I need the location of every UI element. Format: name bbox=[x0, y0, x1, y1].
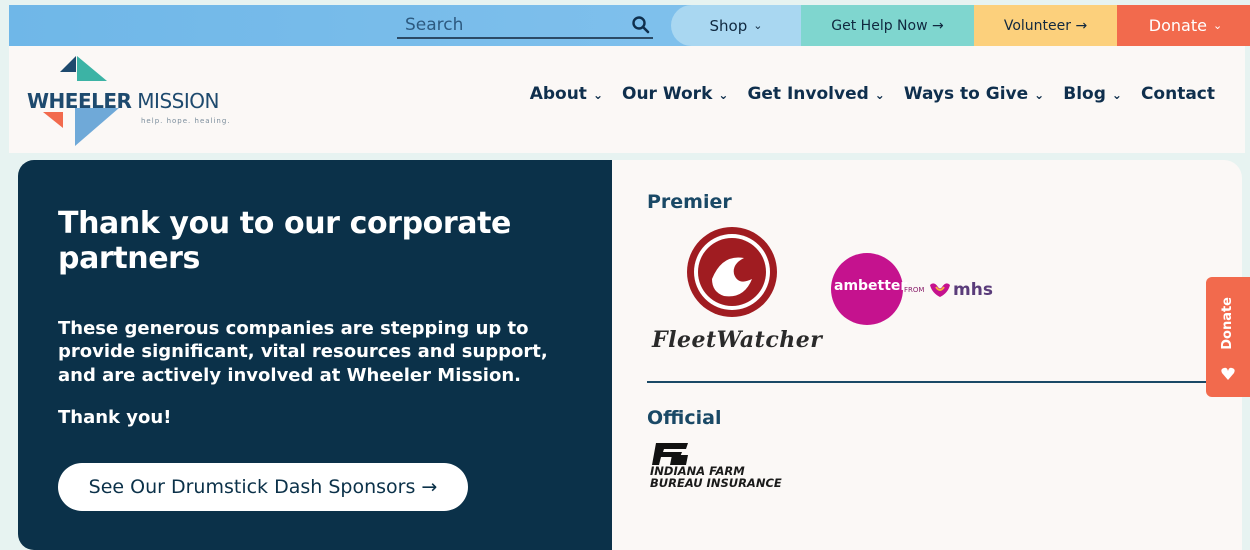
utility-bar: Shop ⌄ Get Help Now → Volunteer → Donate… bbox=[9, 5, 1250, 46]
nav-get-involved[interactable]: Get Involved ⌄ bbox=[747, 84, 884, 104]
donate-label: Donate bbox=[1148, 16, 1207, 35]
shop-label: Shop bbox=[709, 16, 748, 35]
search-icon[interactable] bbox=[631, 15, 651, 35]
logo-wordmark: WHEELER MISSION bbox=[27, 89, 219, 113]
search-box bbox=[397, 13, 653, 39]
fleetwatcher-logo[interactable]: FleetWatcher bbox=[648, 224, 822, 354]
logo-tagline: help. hope. healing. bbox=[141, 117, 231, 125]
chevron-down-icon: ⌄ bbox=[1034, 88, 1045, 102]
shop-menu-button[interactable]: Shop ⌄ bbox=[671, 5, 801, 46]
ambetter-mhs-logo[interactable]: ambetter. FROM mhs bbox=[831, 253, 1011, 325]
mhs-wordmark: mhs bbox=[953, 280, 993, 300]
indiana-farm-bureau-logo[interactable]: INDIANA FARM BUREAU INSURANCE bbox=[650, 443, 825, 498]
nav-blog[interactable]: Blog ⌄ bbox=[1063, 84, 1122, 104]
heart-icon bbox=[1221, 367, 1235, 380]
partners-intro-panel: Thank you to our corporate partners Thes… bbox=[18, 160, 612, 550]
farm-bureau-wordmark: INDIANA FARM BUREAU INSURANCE bbox=[650, 464, 782, 491]
nav-ways-to-give[interactable]: Ways to Give ⌄ bbox=[904, 84, 1044, 104]
chevron-down-icon: ⌄ bbox=[592, 88, 603, 102]
chevron-down-icon: ⌄ bbox=[1111, 88, 1122, 102]
ambetter-wordmark: ambetter. bbox=[834, 278, 911, 294]
main-nav: About ⌄ Our Work ⌄ Get Involved ⌄ Ways to G… bbox=[511, 84, 1215, 104]
side-donate-label: Donate bbox=[1220, 297, 1235, 350]
mhs-hands-icon bbox=[930, 283, 950, 297]
section-divider bbox=[647, 381, 1222, 383]
fleetwatcher-emblem-icon bbox=[687, 227, 777, 317]
chevron-down-icon: ⌄ bbox=[753, 19, 763, 32]
volunteer-button[interactable]: Volunteer → bbox=[974, 5, 1117, 46]
side-donate-tab[interactable]: Donate bbox=[1206, 277, 1250, 397]
get-help-now-button[interactable]: Get Help Now → bbox=[801, 5, 974, 46]
nav-contact[interactable]: Contact bbox=[1141, 84, 1215, 104]
fleetwatcher-wordmark: FleetWatcher bbox=[652, 327, 823, 353]
volunteer-label: Volunteer → bbox=[1003, 17, 1088, 34]
intro-text: These generous companies are stepping up… bbox=[58, 318, 548, 386]
get-help-label: Get Help Now → bbox=[831, 17, 944, 34]
official-heading: Official bbox=[647, 407, 722, 429]
site-header: WHEELER MISSION help. hope. healing. Abo… bbox=[9, 46, 1245, 153]
search-input[interactable] bbox=[397, 13, 617, 37]
nav-about[interactable]: About ⌄ bbox=[530, 84, 603, 104]
thank-you-text: Thank you! bbox=[58, 407, 172, 428]
nav-our-work[interactable]: Our Work ⌄ bbox=[622, 84, 728, 104]
page-heading: Thank you to our corporate partners bbox=[58, 206, 511, 276]
wheeler-mission-logo[interactable]: WHEELER MISSION help. hope. healing. bbox=[17, 56, 232, 148]
chevron-down-icon: ⌄ bbox=[1212, 19, 1223, 32]
premier-heading: Premier bbox=[647, 191, 732, 213]
chevron-down-icon: ⌄ bbox=[718, 88, 729, 102]
drumstick-dash-sponsors-button[interactable]: See Our Drumstick Dash Sponsors → bbox=[58, 463, 468, 511]
chevron-down-icon: ⌄ bbox=[874, 88, 885, 102]
partner-logos-panel: Premier FleetWatcher ambetter. FROM mhs … bbox=[612, 160, 1242, 550]
farm-bureau-fb-icon bbox=[652, 443, 688, 465]
ambetter-from: FROM bbox=[904, 286, 925, 294]
donate-menu-button[interactable]: Donate ⌄ bbox=[1117, 5, 1250, 46]
